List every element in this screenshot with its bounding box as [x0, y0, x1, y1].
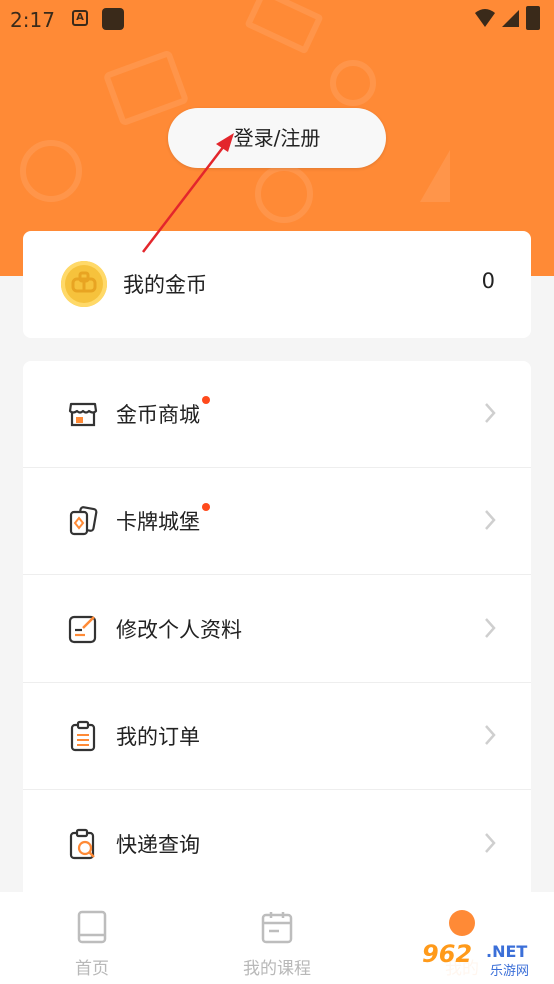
chevron-right-icon: [485, 618, 496, 638]
ball-decor-icon: [255, 165, 313, 223]
menu-item-label: 快递查询: [116, 833, 200, 857]
chevron-right-icon: [485, 403, 496, 423]
menu-item-edit-profile[interactable]: 修改个人资料: [23, 576, 531, 683]
battery-icon: [526, 6, 540, 30]
chevron-right-icon: [485, 510, 496, 530]
store-icon: [68, 402, 98, 427]
cards-icon: [69, 506, 98, 536]
edit-profile-icon: [68, 615, 97, 644]
menu-item-label: 我的订单: [116, 725, 200, 749]
new-badge-dot: [202, 503, 210, 511]
watermark-text: 乐游网: [490, 964, 530, 979]
wifi-icon: [475, 9, 495, 27]
menu-item-coin-store[interactable]: 金币商城: [23, 361, 531, 468]
signal-icon: [502, 10, 519, 27]
clipboard-list-icon: [70, 720, 96, 752]
menu-item-express-tracking[interactable]: 快递查询: [23, 791, 531, 898]
tab-my-courses[interactable]: 我的课程: [207, 892, 347, 984]
chevron-right-icon: [485, 833, 496, 853]
app-notification-icon: [102, 8, 124, 30]
tab-home[interactable]: 首页: [22, 892, 162, 984]
menu-item-my-orders[interactable]: 我的订单: [23, 683, 531, 790]
menu-item-label: 修改个人资料: [116, 618, 242, 642]
menu-item-card-castle[interactable]: 卡牌城堡: [23, 468, 531, 575]
new-badge-dot: [202, 396, 210, 404]
calendar-icon: [261, 912, 293, 944]
profile-icon: [449, 910, 475, 936]
my-coins-card[interactable]: 我的金币 0: [23, 231, 531, 338]
triangle-ruler-decor-icon: [420, 150, 450, 202]
book-decor-icon: [102, 49, 190, 127]
basketball-decor-icon: [20, 140, 82, 202]
menu-list: 金币商城 卡牌城堡 修改个人资料 我的订单 快递查询: [23, 361, 531, 901]
book-icon: [77, 910, 107, 944]
globe-decor-icon: [330, 60, 376, 106]
my-coins-label: 我的金币: [123, 273, 207, 297]
chevron-right-icon: [485, 725, 496, 745]
login-register-button[interactable]: 登录/注册: [168, 108, 386, 168]
status-time: 2:17: [10, 8, 55, 32]
watermark-number: 962: [422, 940, 473, 968]
clipboard-search-icon: [69, 828, 95, 860]
menu-item-label: 卡牌城堡: [116, 503, 210, 536]
a-notification-icon: A: [72, 10, 88, 26]
my-coins-value: 0: [481, 269, 495, 293]
status-bar: 2:17 A: [0, 0, 554, 40]
tab-label: 我的课程: [243, 959, 311, 979]
coin-icon: [61, 261, 107, 307]
tab-label: 首页: [75, 959, 109, 979]
watermark-net: .NET: [486, 942, 528, 961]
watermark-logo: 962 .NET 乐游网: [416, 938, 550, 980]
menu-item-label: 金币商城: [116, 396, 210, 429]
